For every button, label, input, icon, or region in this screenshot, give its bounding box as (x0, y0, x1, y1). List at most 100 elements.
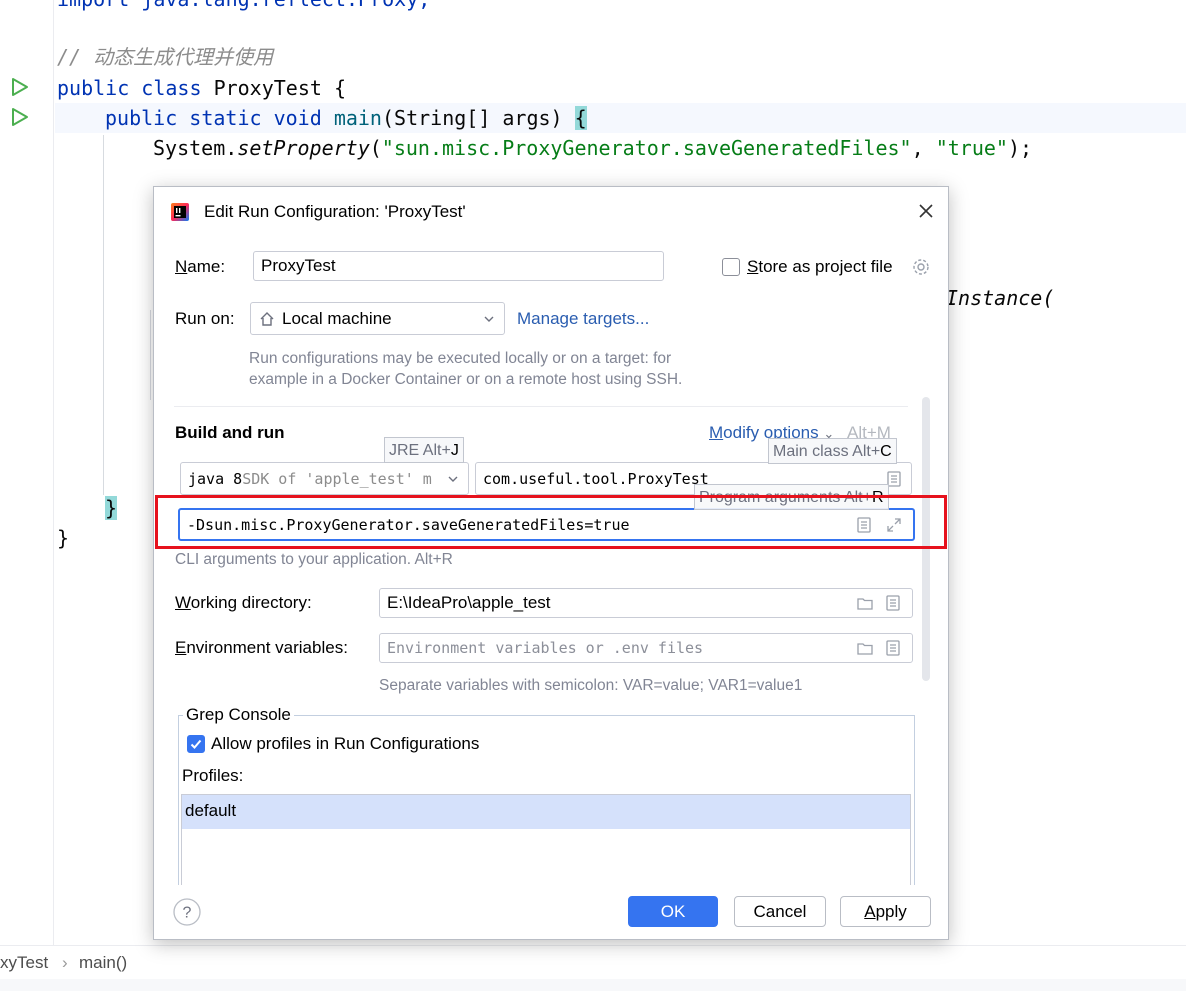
list-item[interactable]: default (182, 795, 910, 829)
document-icon[interactable] (884, 639, 902, 657)
editor-gutter (0, 0, 54, 945)
store-as-project-file-label[interactable]: Store as project file (747, 257, 893, 277)
name-field[interactable]: ProxyTest (253, 251, 664, 281)
status-strip (0, 979, 1186, 991)
hint-line: Run configurations may be executed local… (249, 350, 672, 367)
mnemonic: W (175, 593, 191, 612)
code-close-brace-outer: } (57, 526, 70, 550)
section-divider (174, 406, 908, 407)
home-icon (260, 311, 274, 326)
main-class-value: com.useful.tool.ProxyTest (483, 469, 709, 488)
code-line-set-property: System.setProperty("sun.misc.ProxyGenera… (153, 133, 1032, 163)
working-directory-field[interactable]: E:\IdeaPro\apple_test (379, 588, 913, 618)
code-comment: // 动态生成代理并使用 (57, 45, 274, 69)
allow-profiles-checkbox[interactable] (187, 735, 205, 753)
close-icon[interactable] (916, 201, 936, 221)
help-icon[interactable]: ? (172, 897, 202, 927)
indent-guide (103, 135, 104, 495)
mnemonic: S (747, 257, 759, 276)
folder-icon[interactable] (856, 594, 874, 612)
code-line-import: import java.lang.reflect.Proxy; (57, 0, 430, 14)
name-label: Name: (175, 257, 225, 277)
string-literal: "true" (935, 136, 1008, 160)
profile-name: default (185, 801, 237, 820)
keyword: static (189, 106, 262, 130)
hint-line: example in a Docker Container or on a re… (249, 371, 683, 388)
string-literal: "sun.misc.ProxyGenerator.saveGeneratedFi… (381, 136, 912, 160)
code-line-class: public class ProxyTest { (57, 73, 346, 103)
jre-value: java 8 (188, 469, 243, 488)
label-text: tore as project file (758, 257, 893, 276)
keyword: public (57, 76, 130, 100)
environment-variables-field[interactable]: Environment variables or .env files (379, 633, 913, 663)
chevron-down-icon (448, 476, 458, 482)
working-directory-value: E:\IdeaPro\apple_test (387, 593, 551, 612)
indent-guide (150, 310, 151, 400)
document-icon[interactable] (884, 594, 902, 612)
run-on-hint: Run configurations may be executed local… (249, 348, 682, 390)
profiles-label: Profiles: (182, 766, 244, 785)
breadcrumb-method[interactable]: main() (79, 953, 127, 973)
allow-profiles-label[interactable]: Allow profiles in Run Configurations (211, 734, 479, 754)
apply-button[interactable]: Apply (840, 896, 931, 927)
edit-run-configuration-dialog: Edit Run Configuration: 'ProxyTest' Name… (153, 186, 949, 940)
chevron-down-icon (484, 316, 494, 322)
tooltip-key: J (450, 442, 459, 459)
cli-hint: CLI arguments to your application. Alt+R (175, 551, 453, 568)
method-call: setProperty (237, 136, 370, 160)
button-text: pply (875, 901, 907, 921)
mnemonic: M (709, 423, 724, 442)
grep-console-title: Grep Console (183, 705, 294, 725)
help-glyph: ? (183, 905, 192, 922)
tooltip-key: C (880, 443, 892, 460)
breadcrumb-class[interactable]: xyTest (0, 953, 48, 973)
environment-variables-placeholder: Environment variables or .env files (387, 639, 704, 657)
label-text: nvironment variables: (186, 638, 348, 657)
code-partial-instance: Instance( (946, 286, 1055, 310)
breadcrumb-separator: › (62, 953, 68, 972)
gear-icon[interactable] (911, 257, 931, 277)
tooltip-text: Main class Alt+ (773, 443, 881, 460)
code-line-main: public static void main(String[] args) { (105, 103, 587, 133)
name-field-value: ProxyTest (261, 256, 336, 275)
dialog-title: Edit Run Configuration: 'ProxyTest' (204, 202, 466, 221)
working-directory-label: Working directory: (175, 593, 312, 613)
paren: ); (1007, 136, 1033, 160)
paren: ( (369, 136, 382, 160)
mnemonic: N (175, 257, 188, 276)
code-close-brace-inner: } (105, 493, 118, 523)
class-name: ProxyTest (213, 76, 322, 100)
jre-dropdown[interactable]: java 8 SDK of 'apple_test' m (180, 462, 469, 495)
object-name: System. (153, 136, 238, 160)
label-text: orking directory: (190, 593, 312, 612)
brace: { (333, 76, 347, 100)
run-on-dropdown[interactable]: Local machine (250, 302, 505, 335)
keyword: public (105, 106, 178, 130)
mnemonic: A (864, 901, 876, 921)
keyword: class (141, 76, 202, 100)
method-params: (String[] args) (381, 106, 575, 130)
method-name: main (333, 106, 382, 130)
brace: } (105, 496, 118, 520)
tooltip-text: JRE Alt+ (389, 442, 451, 459)
main-class-shortcut-tooltip: Main class Alt+C (768, 438, 897, 464)
run-icon[interactable] (8, 76, 30, 98)
store-as-project-file-checkbox[interactable] (722, 258, 740, 276)
run-on-label: Run on: (175, 309, 235, 328)
mnemonic: E (175, 638, 187, 657)
environment-variables-hint: Separate variables with semicolon: VAR=v… (379, 677, 803, 694)
run-icon[interactable] (8, 106, 30, 128)
ok-button[interactable]: OK (628, 896, 718, 927)
import-statement: import java.lang.reflect.Proxy; (57, 0, 430, 11)
brace: { (574, 106, 587, 130)
intellij-logo-icon (171, 203, 189, 221)
checkmark-icon (190, 739, 202, 749)
profiles-list: default (181, 794, 911, 885)
manage-targets-link[interactable]: Manage targets... (517, 309, 649, 329)
environment-variables-label: Environment variables: (175, 638, 348, 658)
keyword: void (273, 106, 322, 130)
jre-sdk-hint: SDK of 'apple_test' m (242, 469, 432, 488)
folder-icon[interactable] (856, 639, 874, 657)
run-on-value: Local machine (282, 308, 392, 328)
cancel-button[interactable]: Cancel (734, 896, 826, 927)
